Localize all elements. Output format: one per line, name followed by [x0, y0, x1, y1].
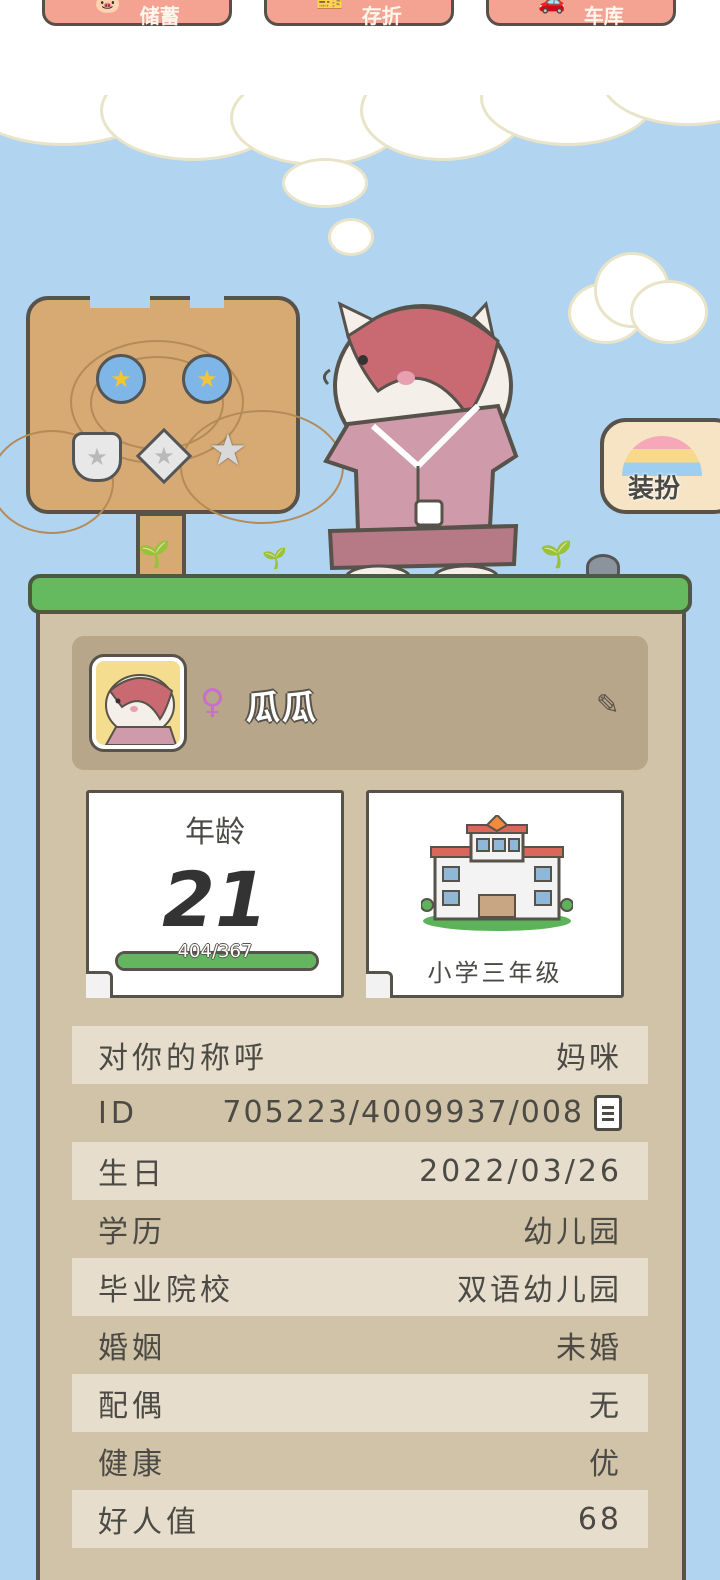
character-figure[interactable]	[318, 296, 528, 596]
info-value: 68	[577, 1501, 622, 1537]
flower-badge-icon: ★	[182, 354, 232, 404]
info-key: 学历	[98, 1215, 166, 1250]
age-value: 21	[162, 855, 268, 944]
info-value: 妈咪	[556, 1041, 622, 1076]
school-grade-label: 小学三年级	[427, 959, 563, 987]
ticket-icon: 🎫	[316, 0, 344, 15]
info-row-marriage: 婚姻 未婚	[72, 1316, 648, 1374]
info-row-nickname: 对你的称呼 妈咪	[72, 1026, 648, 1084]
flower-badge-icon: ★	[96, 354, 146, 404]
sprout-icon: 🌱	[540, 540, 573, 570]
info-key: 对你的称呼	[98, 1041, 268, 1076]
savings-button[interactable]: 🐷 储蓄	[42, 0, 232, 28]
info-value: 705223/4009937/008	[222, 1094, 584, 1130]
info-row-spouse: 配偶 无	[72, 1374, 648, 1432]
sign-notch	[90, 286, 150, 308]
avatar-image	[104, 674, 178, 745]
info-key: ID	[98, 1095, 138, 1131]
info-value: 幼儿园	[523, 1215, 622, 1250]
info-key: 好人值	[98, 1505, 200, 1540]
piggy-bank-icon: 🐷	[94, 0, 122, 15]
thought-bubble-large	[282, 158, 368, 208]
sprout-icon: 🌱	[138, 540, 171, 570]
school-building-icon	[421, 815, 573, 931]
info-row-id: ID 705223/4009937/008	[72, 1084, 648, 1142]
page-curl	[86, 971, 113, 998]
info-key: 毕业院校	[98, 1273, 234, 1308]
sign-notch	[190, 286, 224, 308]
pet-name: 瓜瓜	[246, 688, 318, 728]
small-cloud	[568, 252, 708, 344]
info-row-school: 毕业院校 双语幼儿园	[72, 1258, 648, 1316]
sprout-icon: 🌱	[262, 546, 287, 570]
info-key: 生日	[98, 1157, 166, 1192]
info-row-education: 学历 幼儿园	[72, 1200, 648, 1258]
thought-bubble-small	[328, 218, 374, 256]
info-key: 配偶	[98, 1389, 166, 1424]
car-icon: 🚗	[538, 0, 566, 15]
info-value: 2022/03/26	[419, 1153, 622, 1189]
info-value: 未婚	[556, 1331, 622, 1366]
info-value: 优	[589, 1447, 622, 1482]
dress-up-button[interactable]: 装扮	[600, 418, 720, 514]
avatar[interactable]	[92, 657, 184, 749]
female-gender-icon: ♀	[200, 682, 225, 722]
info-key: 婚姻	[98, 1331, 166, 1366]
edit-icon[interactable]: ✎	[596, 690, 626, 720]
info-value: 双语幼儿园	[457, 1273, 622, 1308]
info-value: 无	[589, 1389, 622, 1424]
page-curl	[366, 971, 393, 998]
age-exp-text: 404/367	[177, 941, 253, 962]
passbook-button[interactable]: 🎫 存折	[264, 0, 454, 28]
info-row-goodness: 好人值 68	[72, 1490, 648, 1548]
garage-button[interactable]: 🚗 车库	[486, 0, 676, 28]
age-label: 年龄	[185, 815, 245, 850]
copy-icon[interactable]	[594, 1095, 622, 1132]
shield-badge-icon: ★	[72, 432, 122, 482]
star-badge-icon: ★	[208, 424, 248, 476]
info-row-health: 健康 优	[72, 1432, 648, 1490]
info-key: 健康	[98, 1447, 166, 1482]
age-card: 年龄 21 404/367	[86, 790, 344, 998]
grass-ledge	[28, 574, 692, 614]
info-row-birthday: 生日 2022/03/26	[72, 1142, 648, 1200]
school-card[interactable]: 小学三年级	[366, 790, 624, 998]
